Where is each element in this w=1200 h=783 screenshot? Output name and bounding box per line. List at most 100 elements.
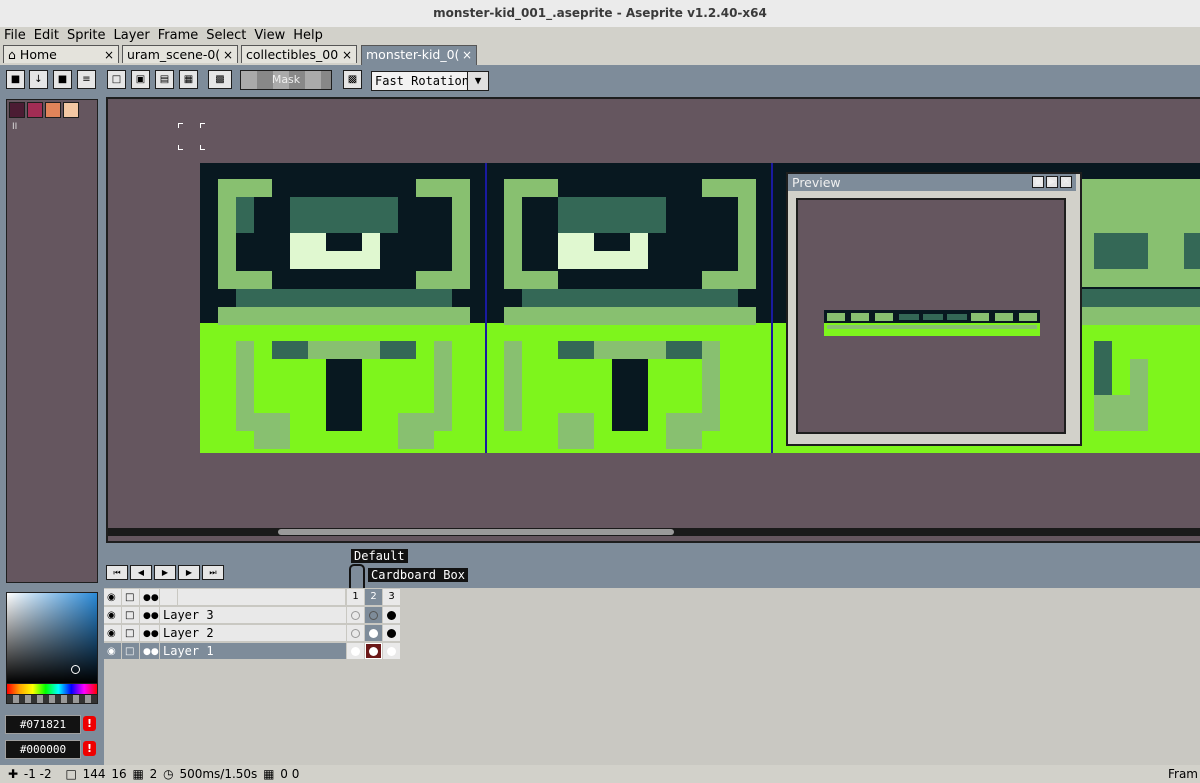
preview-window[interactable]: Preview ▣ ▶ ✕ [786, 172, 1082, 446]
palette-swatch[interactable] [9, 102, 25, 118]
horizontal-scrollbar[interactable] [108, 528, 1200, 536]
preview-titlebar[interactable]: Preview ▣ ▶ ✕ [788, 174, 1076, 191]
onion-skin-icon[interactable]: ●● [140, 643, 160, 659]
menu-select[interactable]: Select [202, 27, 250, 44]
warning-icon[interactable]: ! [83, 741, 96, 756]
pivot-icon[interactable]: ▩ [343, 70, 362, 89]
center-icon[interactable]: ▣ [1032, 176, 1044, 188]
last-frame-icon[interactable]: ⏭ [202, 565, 224, 580]
rotation-value: Fast Rotation [375, 74, 469, 88]
lock-icon[interactable]: ■ [6, 70, 25, 89]
menu-layer[interactable]: Layer [110, 27, 154, 44]
tag-default[interactable]: Default [351, 549, 408, 563]
layer-row[interactable]: ◉ □ ●● Layer 3 [104, 606, 1200, 624]
layer-name[interactable]: Layer 2 [160, 625, 346, 641]
background-color-field[interactable]: #000000 [5, 740, 81, 759]
frame-header-2[interactable]: 2 [365, 589, 382, 605]
next-frame-icon[interactable]: ▶ [178, 565, 200, 580]
onion-skin-icon[interactable]: ●● [140, 607, 160, 623]
stop-icon[interactable]: ■ [53, 70, 72, 89]
onion-skin-icon[interactable]: ●● [140, 625, 160, 641]
sprite-editor-canvas[interactable]: Preview ▣ ▶ ✕ [106, 97, 1200, 543]
tab-uram-scene[interactable]: uram_scene-0( × [122, 45, 238, 63]
frame-header-1[interactable]: 1 [347, 589, 364, 605]
cel-icon [387, 647, 396, 656]
play-icon[interactable]: ▶ [1046, 176, 1058, 188]
duration: 500ms/1.50s [179, 767, 258, 781]
timeline-panel: ⏮ ◀ ▶ ▶ ⏭ Default Cardboard Box ◉ □ ●● 1… [104, 545, 1200, 765]
frame-field-label: Fram [1167, 767, 1198, 781]
previous-frame-icon[interactable]: ◀ [130, 565, 152, 580]
crop-corner-mark [178, 123, 183, 128]
cel[interactable] [347, 625, 364, 641]
menu-view[interactable]: View [250, 27, 289, 44]
select-subtract-icon[interactable]: ▤ [155, 70, 174, 89]
layer-row[interactable]: ◉ □ ●● Layer 2 [104, 624, 1200, 642]
close-icon[interactable]: × [342, 46, 352, 63]
tab-collectibles[interactable]: collectibles_00 × [241, 45, 357, 63]
lock-icon[interactable]: □ [122, 625, 140, 641]
color-spectrum[interactable] [6, 592, 98, 684]
menu-icon[interactable]: ≡ [77, 70, 96, 89]
first-frame-icon[interactable]: ⏮ [106, 565, 128, 580]
rotation-algorithm-select[interactable]: Fast Rotation ▼ [371, 71, 489, 91]
palette-swatch[interactable] [63, 102, 79, 118]
close-icon[interactable]: × [462, 46, 472, 64]
menu-bar: File Edit Sprite Layer Frame Select View Help [0, 27, 1200, 44]
close-icon[interactable]: × [223, 46, 233, 63]
palette-swatch[interactable] [27, 102, 43, 118]
play-icon[interactable]: ▶ [154, 565, 176, 580]
tab-home[interactable]: ⌂ Home × [3, 45, 119, 63]
mask-button[interactable]: Mask [240, 70, 332, 90]
cel[interactable] [347, 643, 364, 659]
close-icon[interactable]: ✕ [1060, 176, 1072, 188]
cel[interactable] [383, 643, 400, 659]
select-add-icon[interactable]: ▣ [131, 70, 150, 89]
warning-icon[interactable]: ! [83, 716, 96, 731]
select-intersect-icon[interactable]: ▦ [179, 70, 198, 89]
color-picker-handle[interactable] [71, 665, 80, 674]
select-replace-icon[interactable]: □ [107, 70, 126, 89]
chevron-down-icon[interactable]: ▼ [467, 72, 488, 90]
arrow-down-icon[interactable]: ↓ [29, 70, 48, 89]
preview-canvas[interactable] [796, 198, 1066, 434]
tab-monster-kid[interactable]: monster-kid_0( × [361, 45, 477, 65]
alpha-slider[interactable] [6, 694, 98, 704]
layer-row-selected[interactable]: ◉ □ ●● Layer 1 [104, 642, 1200, 660]
menu-sprite[interactable]: Sprite [63, 27, 110, 44]
frame-count: 2 [149, 767, 158, 781]
palette-view[interactable]: II [6, 99, 98, 583]
menu-help[interactable]: Help [289, 27, 327, 44]
menu-file[interactable]: File [0, 27, 30, 44]
visibility-icon[interactable]: ◉ [104, 607, 122, 623]
cel[interactable] [365, 625, 382, 641]
active-cel[interactable] [365, 643, 382, 659]
empty-cel-icon [369, 611, 378, 620]
tag-cardboard-box[interactable]: Cardboard Box [368, 568, 468, 582]
cel[interactable] [383, 607, 400, 623]
scrollbar-thumb[interactable] [278, 529, 674, 535]
layer-name[interactable]: Layer 3 [160, 607, 346, 623]
frame-header-3[interactable]: 3 [383, 589, 400, 605]
cel[interactable] [365, 607, 382, 623]
lock-icon[interactable]: □ [122, 607, 140, 623]
auto-align-icon[interactable]: ▩ [208, 70, 232, 89]
cel-icon [387, 611, 396, 620]
cel[interactable] [347, 607, 364, 623]
onion-skin-icon[interactable]: ●● [140, 589, 160, 605]
cel-icon [369, 629, 378, 638]
frames-icon: ▦ [132, 767, 144, 781]
cel[interactable] [383, 625, 400, 641]
foreground-color-field[interactable]: #071821 [5, 715, 81, 734]
menu-frame[interactable]: Frame [154, 27, 203, 44]
layer-name[interactable]: Layer 1 [160, 643, 346, 659]
visibility-icon[interactable]: ◉ [104, 589, 122, 605]
visibility-icon[interactable]: ◉ [104, 643, 122, 659]
link-cels-icon[interactable] [160, 589, 178, 605]
lock-icon[interactable]: □ [122, 589, 140, 605]
close-icon[interactable]: × [104, 46, 114, 63]
palette-swatch[interactable] [45, 102, 61, 118]
menu-edit[interactable]: Edit [30, 27, 63, 44]
lock-icon[interactable]: □ [122, 643, 140, 659]
visibility-icon[interactable]: ◉ [104, 625, 122, 641]
